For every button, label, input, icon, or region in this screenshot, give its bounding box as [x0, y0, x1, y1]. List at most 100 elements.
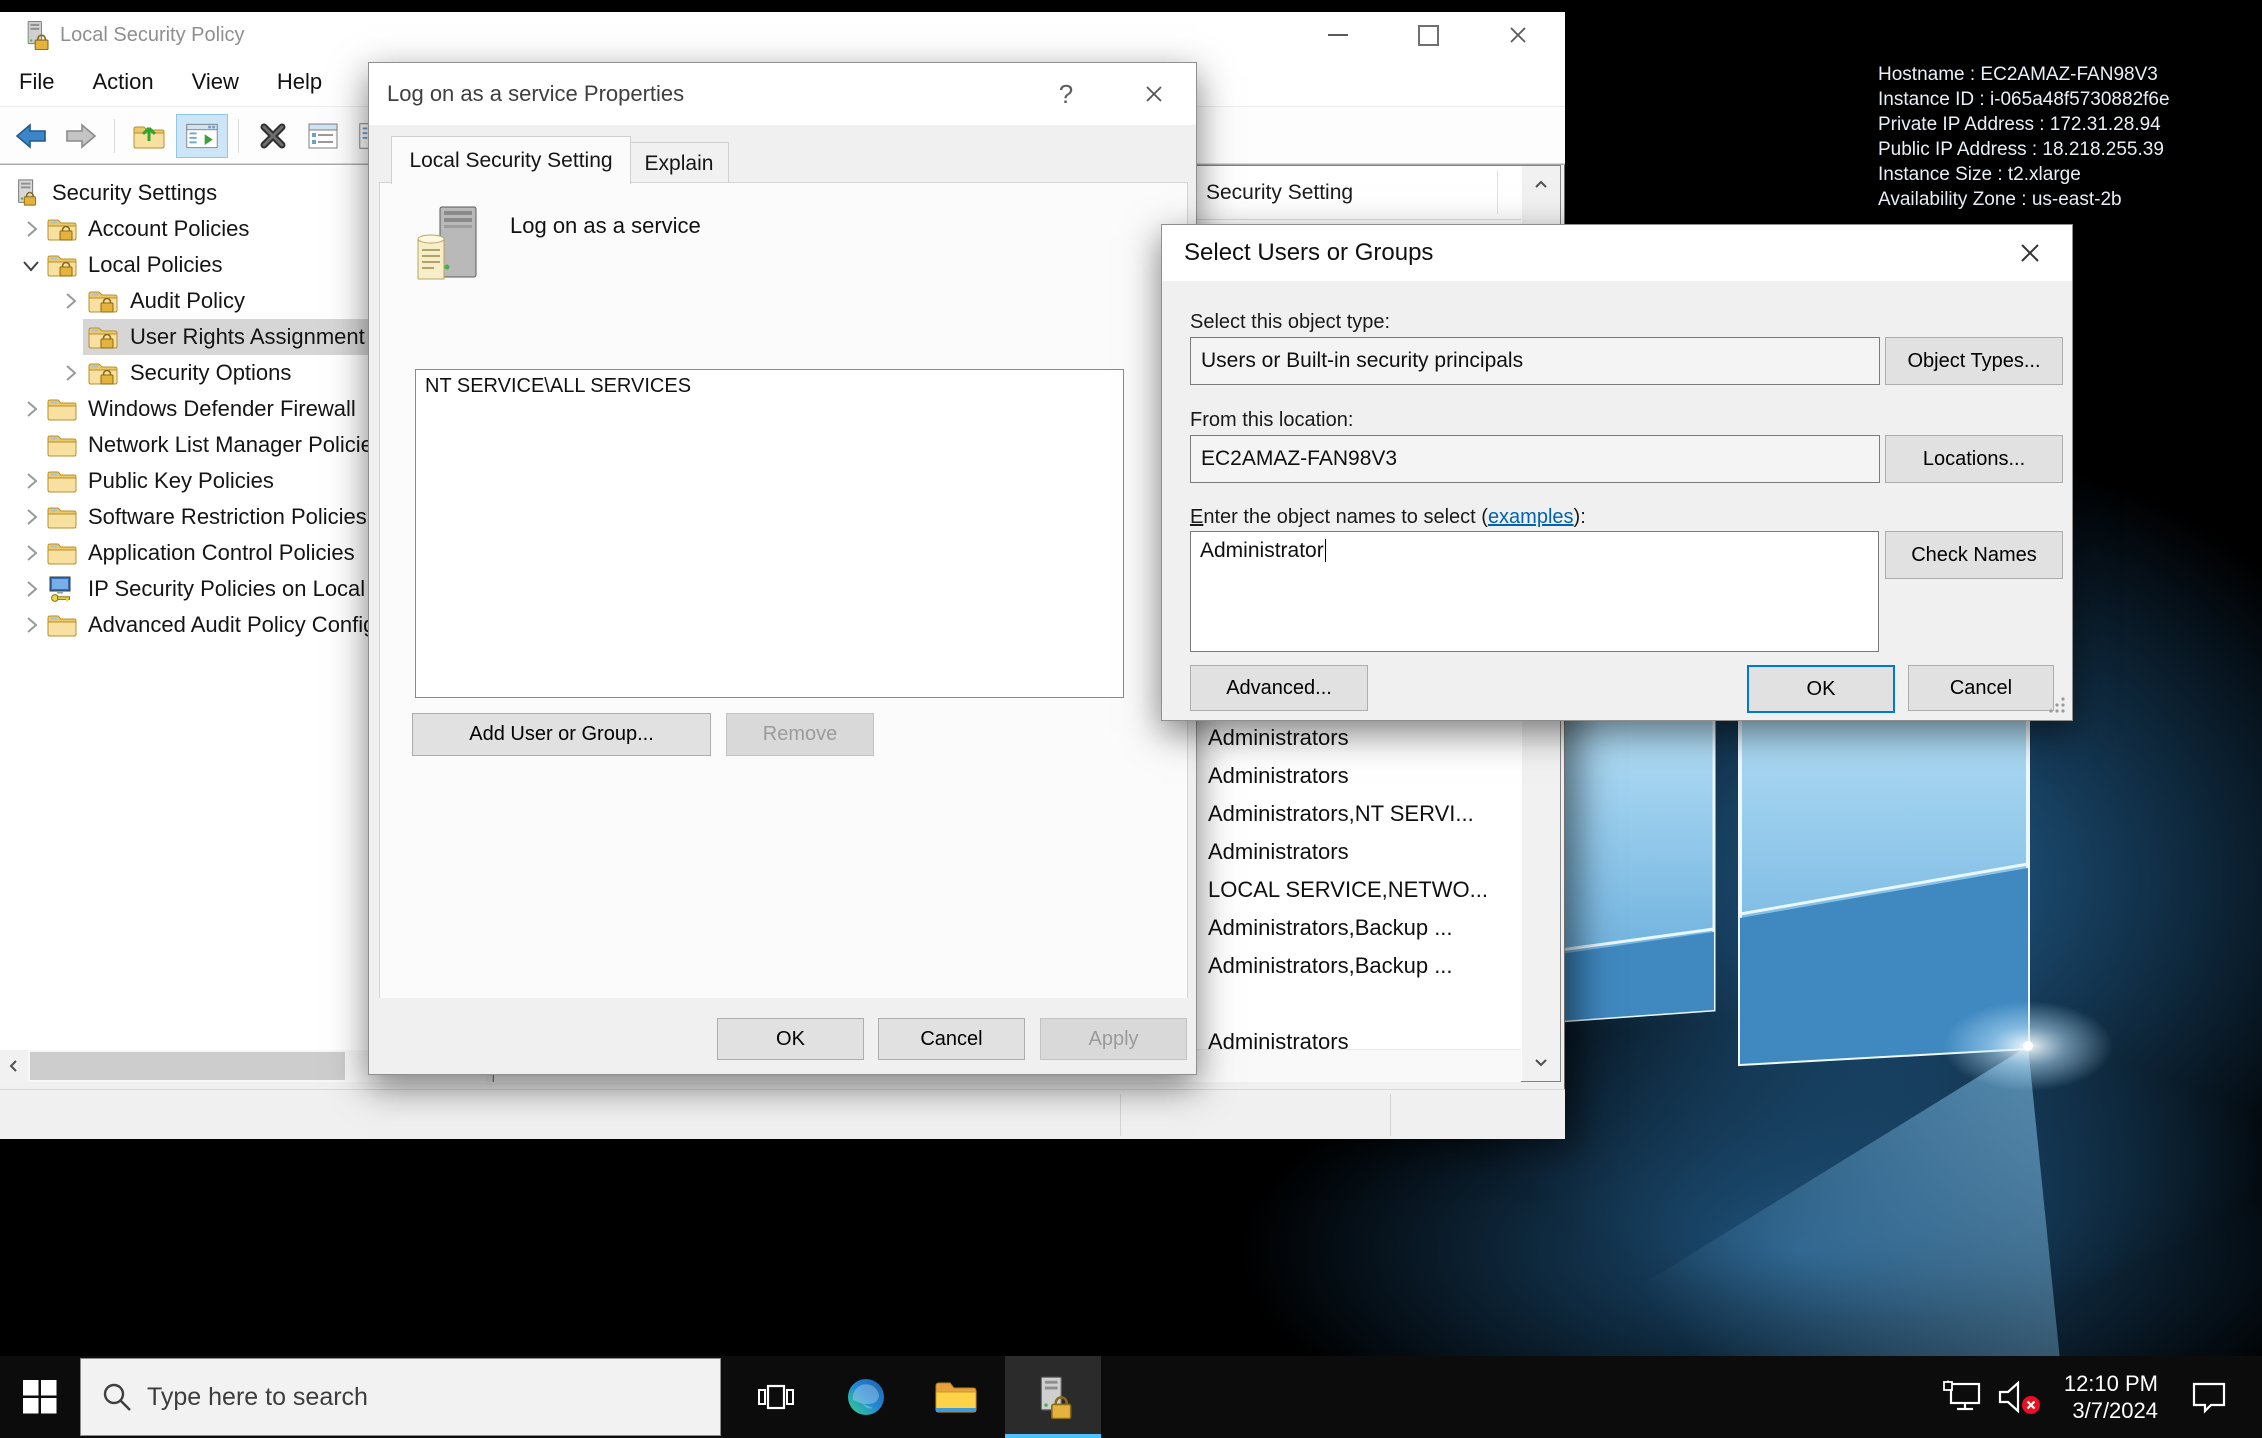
chevron-down-icon — [1532, 1053, 1550, 1071]
members-listbox[interactable]: NT SERVICE\ALL SERVICES — [415, 369, 1124, 698]
action-center-button[interactable] — [2176, 1356, 2242, 1438]
toolbar-button-delete[interactable] — [250, 114, 296, 158]
advanced-button[interactable]: Advanced... — [1190, 665, 1368, 711]
file-explorer-taskbar-button[interactable] — [915, 1356, 997, 1438]
local-security-policy-taskbar-button[interactable] — [1005, 1356, 1101, 1438]
scroll-left-arrow[interactable] — [0, 1050, 28, 1082]
network-tray-button[interactable] — [1938, 1356, 1990, 1438]
close-icon — [2018, 241, 2042, 265]
object-names-label: Enter the object names to select (exampl… — [1190, 506, 1586, 529]
tab-local-security-setting[interactable]: Local Security Setting — [391, 136, 631, 184]
search-placeholder: Type here to search — [147, 1383, 368, 1412]
tab-explain[interactable]: Explain — [629, 142, 729, 185]
taskbar-clock[interactable]: 12:10 PM 3/7/2024 — [2042, 1356, 2162, 1438]
chevron-right-icon — [18, 504, 44, 530]
locations-button[interactable]: Locations... — [1885, 435, 2063, 483]
check-names-button[interactable]: Check Names — [1885, 531, 2063, 579]
remove-button[interactable]: Remove — [726, 713, 874, 756]
object-types-button[interactable]: Object Types... — [1885, 337, 2063, 385]
maximize-button[interactable] — [1397, 12, 1459, 58]
local-security-policy-icon — [22, 20, 50, 50]
task-view-button[interactable] — [735, 1356, 817, 1438]
dialog-titlebar[interactable]: Select Users or Groups — [1162, 225, 2072, 281]
edge-taskbar-button[interactable] — [825, 1356, 907, 1438]
security-setting-column-label: Security Setting — [1206, 166, 1353, 219]
windows-flag-icon — [23, 1380, 57, 1414]
start-button[interactable] — [0, 1356, 80, 1438]
toolbar-button-properties[interactable] — [300, 114, 346, 158]
toolbar-button-console-tree[interactable] — [176, 114, 228, 158]
task-view-icon — [757, 1381, 795, 1413]
computer-lock-icon — [13, 179, 43, 207]
ec2-info-line: Instance ID : i-065a48f5730882f6e — [1878, 87, 2170, 112]
folder-icon — [47, 431, 77, 459]
chevron-right-icon — [57, 288, 83, 314]
ec2-info-line: Hostname : EC2AMAZ-FAN98V3 — [1878, 62, 2170, 87]
toolbar-button-back[interactable] — [8, 114, 54, 158]
scroll-down-arrow[interactable] — [1522, 1043, 1560, 1081]
policy-name: Log on as a service — [510, 213, 701, 239]
scroll-thumb[interactable] — [30, 1052, 345, 1080]
ec2-info-line: Availability Zone : us-east-2b — [1878, 187, 2170, 212]
chevron-right-icon — [18, 216, 44, 242]
location-value: EC2AMAZ-FAN98V3 — [1201, 447, 1397, 471]
close-button[interactable] — [1487, 12, 1549, 58]
chevron-right-icon — [18, 396, 44, 422]
dialog-close-button[interactable] — [2002, 225, 2058, 281]
screen: Hostname : EC2AMAZ-FAN98V3Instance ID : … — [0, 0, 2262, 1438]
add-user-or-group-button[interactable]: Add User or Group... — [412, 713, 711, 756]
volume-tray-button[interactable] — [1992, 1356, 2046, 1438]
taskbar: Type here to search 12:10 PM 3/7/2024 — [0, 1356, 2262, 1438]
ec2-info-line: Instance Size : t2.xlarge — [1878, 162, 2170, 187]
apply-button[interactable]: Apply — [1040, 1018, 1187, 1060]
window-titlebar[interactable]: Local Security Policy — [0, 12, 1565, 58]
window-title: Local Security Policy — [60, 12, 245, 58]
examples-link[interactable]: examples — [1488, 506, 1574, 528]
toolbar-button-forward[interactable] — [58, 114, 104, 158]
chevron-right-icon — [18, 468, 44, 494]
active-app-underline — [1005, 1434, 1101, 1438]
chevron-right-icon — [57, 360, 83, 386]
window-top-strip — [0, 0, 1565, 12]
select-users-or-groups-dialog: Select Users or Groups Select this objec… — [1161, 224, 2073, 721]
chevron-left-icon — [6, 1058, 22, 1074]
ec2-instance-info: Hostname : EC2AMAZ-FAN98V3Instance ID : … — [1878, 62, 2170, 212]
object-type-value: Users or Built-in security principals — [1201, 349, 1523, 373]
toolbar-button-up-folder[interactable] — [126, 114, 172, 158]
ok-button[interactable]: OK — [717, 1018, 864, 1060]
member-item[interactable]: NT SERVICE\ALL SERVICES — [416, 370, 1123, 402]
statusbar-divider — [1120, 1094, 1121, 1136]
object-names-input[interactable]: Administrator — [1190, 531, 1879, 652]
search-icon — [101, 1381, 133, 1413]
cancel-button[interactable]: Cancel — [878, 1018, 1025, 1060]
local-security-policy-icon — [1033, 1375, 1073, 1419]
accelerator: E — [1190, 506, 1203, 528]
object-type-field[interactable]: Users or Built-in security principals — [1190, 337, 1880, 385]
minimize-button[interactable] — [1307, 12, 1369, 58]
ok-button[interactable]: OK — [1747, 665, 1895, 713]
location-field[interactable]: EC2AMAZ-FAN98V3 — [1190, 435, 1880, 483]
close-icon — [1508, 25, 1528, 45]
service-policy-icon — [414, 205, 486, 289]
statusbar-divider — [1390, 1094, 1391, 1136]
search-input[interactable]: Type here to search — [80, 1358, 721, 1436]
menu-help[interactable]: Help — [258, 58, 341, 106]
resize-grip[interactable] — [2047, 695, 2067, 715]
scroll-up-arrow[interactable] — [1522, 166, 1560, 204]
toolbar-divider — [114, 119, 115, 153]
dialog-button-row: OK Cancel Apply — [369, 998, 1196, 1074]
help-button[interactable]: ? — [1035, 63, 1097, 125]
cancel-button[interactable]: Cancel — [1908, 665, 2054, 711]
tab-page: Log on as a service NT SERVICE\ALL SERVI… — [379, 182, 1188, 1000]
dialog-close-button[interactable] — [1121, 63, 1187, 125]
dialog-titlebar[interactable]: Log on as a service Properties ? — [369, 63, 1196, 125]
column-divider[interactable] — [1497, 171, 1498, 214]
menu-file[interactable]: File — [0, 58, 73, 106]
menu-view[interactable]: View — [173, 58, 258, 106]
chevron-down-icon — [18, 252, 44, 278]
chevron-up-icon — [1532, 176, 1550, 194]
file-explorer-icon — [934, 1378, 978, 1416]
menu-action[interactable]: Action — [73, 58, 172, 106]
object-type-label: Select this object type: — [1190, 311, 1390, 334]
network-tray-icon — [1942, 1380, 1986, 1414]
